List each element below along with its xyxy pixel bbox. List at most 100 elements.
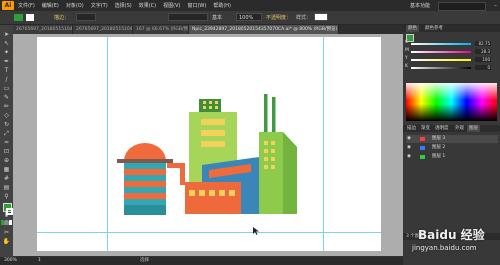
slider-label-c: C [405, 40, 409, 45]
slice-tool-icon[interactable]: ✂ [2, 229, 11, 237]
watermark-url: jingyan.baidu.com [412, 244, 477, 252]
fill-swatch[interactable] [14, 14, 23, 21]
control-bar: 描边： 基本 不透明度： 100% 样式： [0, 11, 500, 25]
pencil-tool-icon[interactable]: ✏ [2, 103, 11, 111]
color-spectrum[interactable] [406, 83, 497, 121]
tab-stroke[interactable]: 描边 [405, 125, 418, 132]
perspective-grid-tool-icon[interactable]: ▦ [2, 166, 11, 174]
stroke-weight-field[interactable] [76, 13, 96, 21]
slider-label-y: Y [405, 56, 408, 61]
page-number[interactable]: 1 [38, 257, 41, 265]
menu-window[interactable]: 窗口(W) [187, 2, 206, 9]
tab-color[interactable]: 颜色 [406, 25, 419, 32]
chimney-right [272, 97, 276, 132]
stroke-profile-select[interactable] [168, 13, 208, 21]
menu-help[interactable]: 帮助(H) [213, 2, 231, 9]
eyedropper-tool-icon[interactable]: ⚲ [2, 193, 11, 201]
menu-type[interactable]: 文字(T) [91, 2, 108, 9]
style-label: 样式： [296, 15, 312, 21]
search-input[interactable] [438, 2, 486, 11]
menu-select[interactable]: 选择(S) [115, 2, 132, 9]
tab-document-1[interactable]: 26765697_2018051510451274.ai* @ 300% (RG… [13, 25, 73, 34]
layer-name[interactable]: 图层 2 [432, 144, 445, 152]
tab-layers[interactable]: 图层 [467, 125, 480, 132]
document-tabs: 26765697_2018051510451274.ai* @ 300% (RG… [13, 25, 403, 34]
app-logo: Ai [2, 1, 14, 10]
pipe-vertical [180, 163, 185, 185]
mouse-cursor [253, 227, 259, 235]
slider-value-m[interactable]: 28.3 [475, 49, 491, 54]
tab-document-active[interactable]: Npic_23942897_20180520154357070CA.ai* @ … [189, 25, 339, 34]
pen-tool-icon[interactable]: ✒ [2, 58, 11, 66]
scale-tool-icon[interactable]: ⤢ [2, 130, 11, 138]
layer-name[interactable]: 图层 3 [432, 135, 445, 143]
menu-view[interactable]: 视图(V) [163, 2, 180, 9]
eye-icon[interactable]: ◉ [407, 135, 411, 143]
watermark-text: Baidu 经验 [418, 228, 485, 242]
tank-dome [124, 143, 166, 161]
selection-tool-icon[interactable]: ➤ [2, 31, 11, 39]
layer-row[interactable]: ◉ 图层 1 [406, 153, 498, 161]
menu-edit[interactable]: 编辑(E) [42, 2, 59, 9]
paintbrush-tool-icon[interactable]: ✎ [2, 94, 11, 102]
layer-color-chip [420, 137, 425, 141]
workspace-switcher[interactable]: 基本功能 [410, 2, 430, 9]
tab-document-2[interactable]: 26765697_2018051510451274.ai* @ 300% [73, 25, 133, 34]
current-tool: 选择 [140, 258, 149, 263]
tools-panel: ➤ ↖ ✦ ✒ T / ▭ ✎ ✏ ◇ ↻ ⤢ ≈ ⊡ ⊕ ▦ # ▤ ⚲ ✿ … [0, 25, 13, 260]
zoom-level[interactable]: 300% [4, 257, 17, 265]
direct-selection-tool-icon[interactable]: ↖ [2, 40, 11, 48]
layer-color-chip [420, 146, 425, 150]
slider-value-k[interactable]: 0 [475, 65, 491, 70]
canvas-area[interactable] [13, 34, 403, 256]
style-swatch[interactable] [314, 13, 328, 21]
menu-object[interactable]: 对象(O) [66, 2, 84, 9]
status-bar: 300% 1 选择 [0, 257, 403, 265]
tab-document-3[interactable]: 167 @ 66.67% (RGB/预览) [133, 25, 189, 34]
factory-illustration[interactable] [37, 37, 381, 251]
type-tool-icon[interactable]: T [2, 67, 11, 75]
gradient-tool-icon[interactable]: ▤ [2, 184, 11, 192]
menu-file[interactable]: 文件(F) [18, 2, 35, 9]
tab-gradient[interactable]: 渐变 [419, 125, 432, 132]
brush-label: 基本 [212, 15, 223, 21]
shape-builder-tool-icon[interactable]: ⊕ [2, 157, 11, 165]
layer-name[interactable]: 图层 1 [432, 153, 445, 161]
color-mode-buttons[interactable] [1, 220, 12, 225]
magic-wand-tool-icon[interactable]: ✦ [2, 49, 11, 57]
roof-box [199, 99, 221, 112]
rectangle-tool-icon[interactable]: ▭ [2, 85, 11, 93]
slider-label-m: M [405, 48, 409, 53]
line-tool-icon[interactable]: / [2, 76, 11, 84]
hand-tool-icon[interactable]: ✋ [2, 238, 11, 246]
tab-appearance[interactable]: 外观 [453, 125, 466, 132]
opacity-field[interactable]: 100% [236, 13, 262, 21]
layer-row[interactable]: ◉ 图层 3 [406, 135, 498, 143]
layers-panel-tabs: 描边 渐变 透明度 外观 图层 [403, 125, 500, 132]
slider-y[interactable] [411, 59, 471, 61]
stroke-color-swatch[interactable] [6, 208, 13, 215]
slider-m[interactable] [411, 51, 471, 53]
tab-transparency[interactable]: 透明度 [433, 125, 451, 132]
eraser-tool-icon[interactable]: ◇ [2, 112, 11, 120]
menu-effect[interactable]: 效果(C) [139, 2, 156, 9]
rotate-tool-icon[interactable]: ↻ [2, 121, 11, 129]
slider-k[interactable] [411, 67, 471, 69]
chimney-left [264, 94, 268, 132]
stroke-swatch[interactable] [26, 14, 34, 21]
artboard[interactable] [37, 37, 381, 251]
slider-c[interactable] [411, 43, 471, 45]
eye-icon[interactable]: ◉ [407, 153, 411, 161]
slider-value-y[interactable]: 100 [475, 57, 491, 62]
warp-tool-icon[interactable]: ≈ [2, 139, 11, 147]
layer-color-chip [420, 155, 425, 159]
eye-icon[interactable]: ◉ [407, 144, 411, 152]
free-transform-tool-icon[interactable]: ⊡ [2, 148, 11, 156]
menu-bar: Ai 文件(F) 编辑(E) 对象(O) 文字(T) 选择(S) 效果(C) 视… [0, 0, 500, 11]
stroke-label: 描边： [54, 15, 70, 21]
window-controls[interactable]: – [494, 2, 497, 9]
layer-row[interactable]: ◉ 图层 2 [406, 144, 498, 152]
color-panel-tabs: 颜色 颜色参考 [403, 25, 500, 32]
slider-value-c[interactable]: 82.75 [475, 41, 491, 46]
tab-color-guide[interactable]: 颜色参考 [423, 25, 445, 32]
